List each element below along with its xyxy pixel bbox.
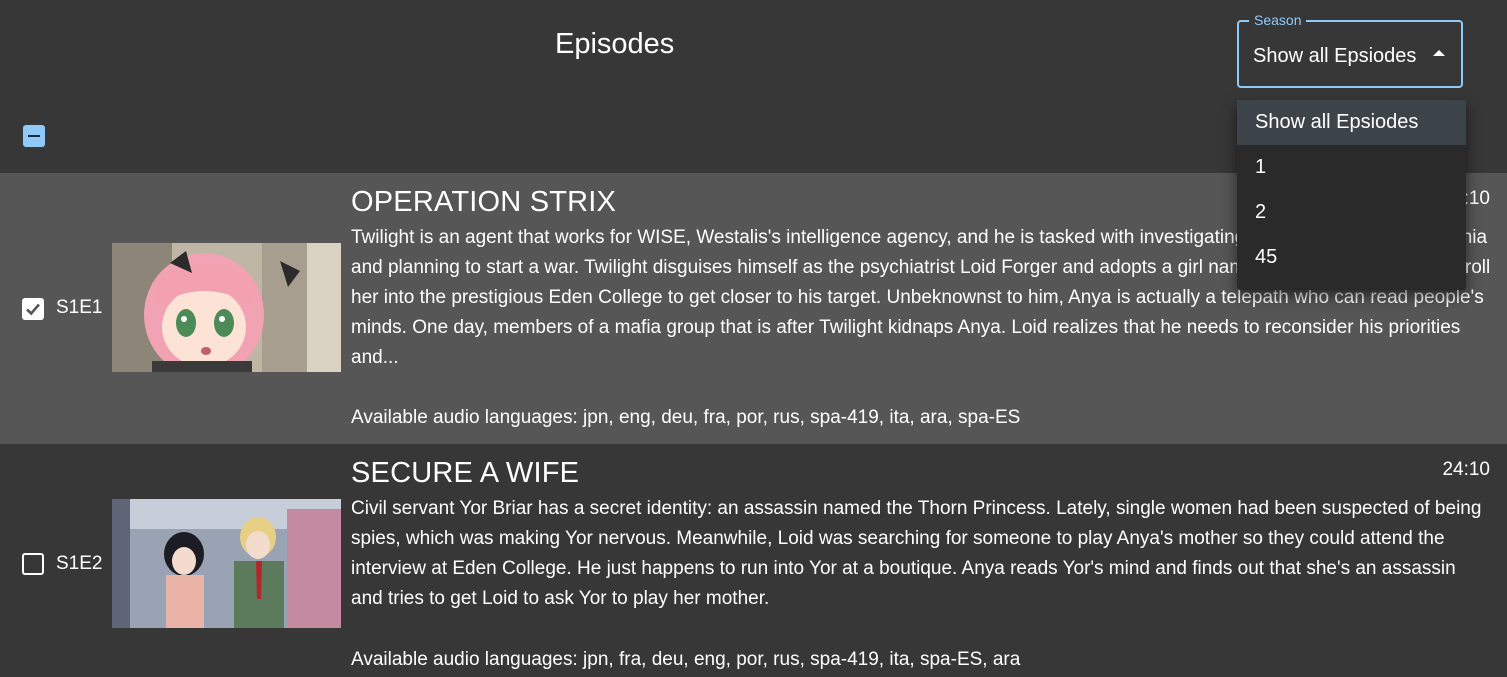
episode-audio-languages: Available audio languages: jpn, fra, deu… [351,649,1021,670]
episode-checkbox[interactable] [22,298,44,320]
indeterminate-icon [28,135,40,137]
season-selected-value: Show all Epsiodes [1253,45,1417,67]
page-title: Episodes [555,28,675,60]
episode-row[interactable]: S1E2 SECURE A WIFE 24:10 Civil servant Y… [0,444,1507,677]
select-all-checkbox[interactable] [23,125,45,147]
season-option-45[interactable]: 45 [1237,235,1466,280]
season-dropdown-menu: Show all Epsiodes 1 2 45 [1237,100,1466,290]
season-option-1[interactable]: 1 [1237,145,1466,190]
episode-description: Civil servant Yor Briar has a secret ide… [351,498,1482,609]
caret-up-icon[interactable] [1433,50,1445,56]
episode-thumbnail [112,243,341,372]
episode-code: S1E2 [56,553,103,574]
episode-title: SECURE A WIFE [351,457,580,489]
season-option-2[interactable]: 2 [1237,190,1466,235]
episode-duration: 24:10 [1442,459,1490,480]
episode-thumbnail [112,499,341,628]
season-option-all[interactable]: Show all Epsiodes [1237,100,1466,145]
episode-audio-languages: Available audio languages: jpn, eng, deu… [351,407,1021,428]
checkmark-icon [26,303,40,316]
episode-title: OPERATION STRIX [351,186,617,218]
season-select[interactable]: Season Show all Epsiodes [1237,12,1463,88]
season-label: Season [1249,12,1307,28]
episode-checkbox[interactable] [22,553,44,575]
episode-code: S1E1 [56,297,103,318]
